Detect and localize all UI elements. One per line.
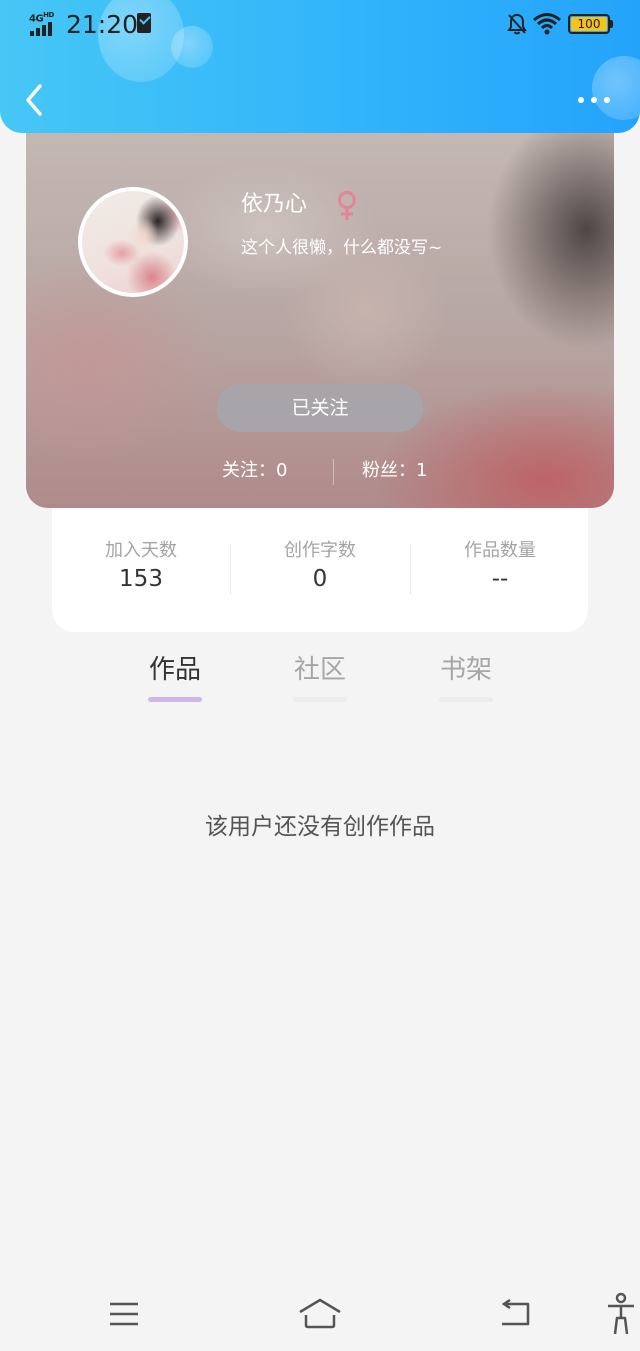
avatar[interactable] [78, 187, 188, 297]
tab-label: 作品 [148, 655, 201, 685]
stat-label: 创作字数 [284, 540, 356, 561]
stat-word-count: 创作字数 0 [231, 538, 409, 594]
cellular-signal-icon: 4GHD [29, 10, 59, 36]
tab-community[interactable]: 社区 [280, 648, 360, 702]
user-name: 依乃心 [241, 192, 308, 217]
menu-icon[interactable] [108, 1300, 140, 1328]
stat-value: 0 [312, 566, 328, 592]
stat-join-days: 加入天数 153 [52, 538, 230, 594]
stat-label: 作品数量 [464, 540, 536, 561]
more-dots-icon[interactable] [576, 88, 612, 112]
home-icon[interactable] [298, 1296, 342, 1330]
tab-underline [293, 697, 347, 702]
user-bio: 这个人很懒，什么都没写~ [241, 238, 443, 258]
stat-label: 加入天数 [105, 540, 177, 561]
stats-card: 加入天数 153 创作字数 0 作品数量 -- [52, 508, 588, 632]
accessibility-icon[interactable] [605, 1292, 637, 1336]
content-tabs: 作品 社区 书架 [0, 648, 640, 708]
wifi-icon [533, 13, 561, 35]
battery-level: 100 [571, 17, 607, 31]
storage-icon [137, 13, 151, 33]
divider [333, 459, 334, 485]
fans-count[interactable]: 粉丝：1 [362, 456, 427, 486]
stat-works-count: 作品数量 -- [411, 538, 589, 594]
network-hd-label: HD [43, 11, 54, 19]
battery-icon: 100 [568, 14, 613, 34]
followed-button[interactable]: 已关注 [217, 384, 423, 432]
tab-bookshelf[interactable]: 书架 [426, 648, 506, 702]
tab-underline [439, 697, 493, 702]
bell-off-icon [507, 13, 527, 35]
status-bar: 4GHD 21:20 100 [0, 0, 640, 50]
tab-underline [148, 697, 202, 702]
stat-value: 153 [119, 566, 163, 592]
back-icon[interactable] [498, 1298, 532, 1328]
following-count[interactable]: 关注：0 [222, 456, 287, 486]
chevron-left-icon[interactable] [22, 82, 48, 118]
status-time: 21:20 [66, 10, 139, 39]
female-icon [338, 191, 356, 220]
stat-value: -- [491, 566, 509, 592]
follow-stats: 关注：0 粉丝：1 [26, 456, 614, 486]
system-nav-bar [0, 1280, 640, 1351]
tab-works[interactable]: 作品 [135, 648, 215, 702]
tab-label: 书架 [439, 655, 492, 685]
tab-label: 社区 [293, 655, 346, 685]
empty-state-message: 该用户还没有创作作品 [205, 814, 435, 840]
